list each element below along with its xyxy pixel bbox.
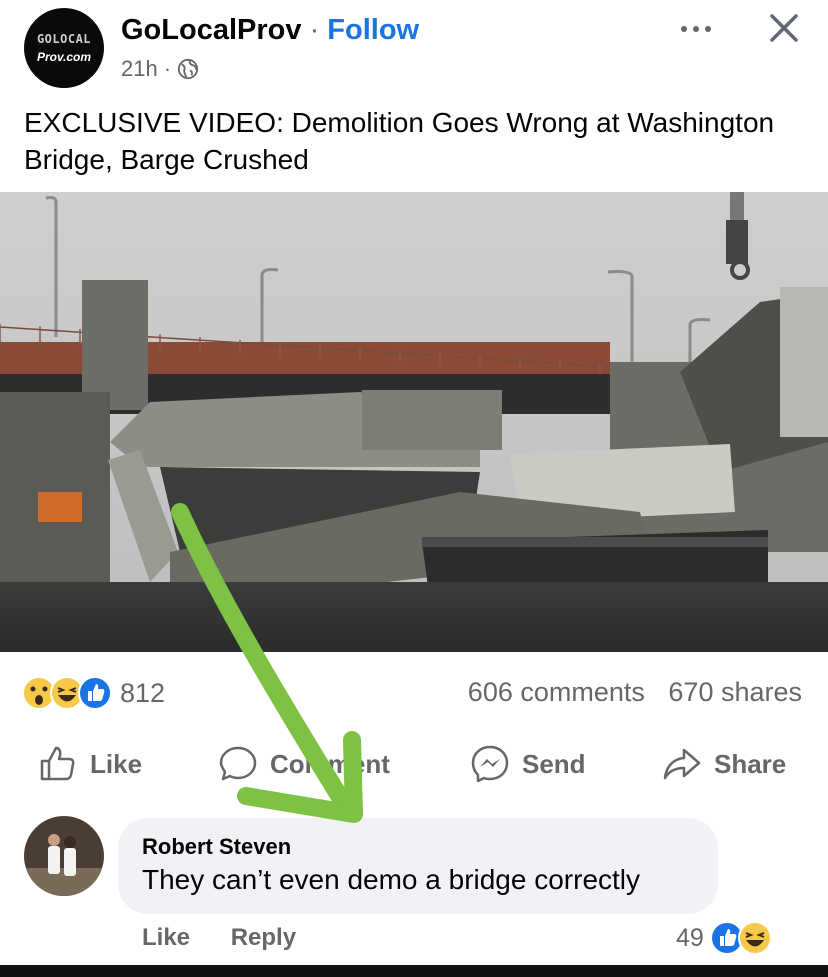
comment-author[interactable]: Robert Steven: [142, 834, 291, 860]
post-time[interactable]: 21h: [121, 56, 158, 82]
post-photo[interactable]: [0, 192, 828, 652]
comment-like-button[interactable]: Like: [142, 924, 190, 951]
comment-reaction-count: 49: [676, 923, 704, 952]
engagement-counts: 606 comments 670 shares: [468, 677, 802, 708]
time-separator: ·: [163, 56, 172, 81]
comment-reply-button[interactable]: Reply: [231, 924, 296, 951]
like-reaction-icon: [78, 676, 112, 710]
share-button[interactable]: Share: [662, 738, 786, 790]
post-meta: 21h ·: [121, 56, 199, 82]
post-action-bar: Like Comment Send Share: [0, 738, 828, 790]
follow-button[interactable]: Follow: [327, 14, 419, 46]
page-name-line: GoLocalProv · Follow: [121, 14, 419, 47]
more-options-icon[interactable]: [676, 14, 716, 44]
page-name[interactable]: GoLocalProv: [121, 14, 302, 46]
bottom-bar: [0, 965, 828, 977]
share-arrow-icon: [663, 748, 701, 780]
close-icon[interactable]: [764, 8, 804, 48]
commenter-avatar[interactable]: [24, 816, 104, 896]
send-button[interactable]: Send: [470, 738, 586, 790]
comment-reactions[interactable]: 49: [676, 920, 772, 956]
shares-count[interactable]: 670 shares: [668, 677, 802, 707]
comment-bubble-icon: [219, 746, 257, 781]
haha-emoji-icon: [737, 921, 772, 955]
comment-label: Comment: [270, 748, 390, 779]
like-label: Like: [90, 748, 143, 779]
send-label: Send: [522, 748, 586, 779]
post-header: GOLOCAL Prov.com GoLocalProv · Follow 21…: [0, 0, 828, 100]
comment-text: They can’t even demo a bridge correctly: [142, 864, 641, 895]
messenger-icon: [471, 745, 509, 783]
logo-text-top: GOLOCAL: [36, 32, 92, 46]
logo-text-bottom: Prov.com: [36, 50, 92, 64]
reaction-summary[interactable]: 812: [22, 675, 165, 711]
comment-actions: Like Reply: [142, 924, 296, 952]
page-avatar[interactable]: GOLOCAL Prov.com: [24, 8, 104, 88]
globe-icon: [177, 58, 199, 80]
share-label: Share: [714, 748, 787, 779]
like-button[interactable]: Like: [38, 738, 142, 790]
thumbs-up-icon: [40, 746, 75, 781]
comment-bubble[interactable]: Robert Steven They can’t even demo a bri…: [118, 818, 718, 914]
name-separator: ·: [309, 14, 320, 46]
reaction-count: 812: [120, 677, 166, 708]
post-headline: EXCLUSIVE VIDEO: Demolition Goes Wrong a…: [24, 107, 775, 175]
comment-button[interactable]: Comment: [218, 738, 390, 790]
comments-count[interactable]: 606 comments: [468, 677, 645, 707]
